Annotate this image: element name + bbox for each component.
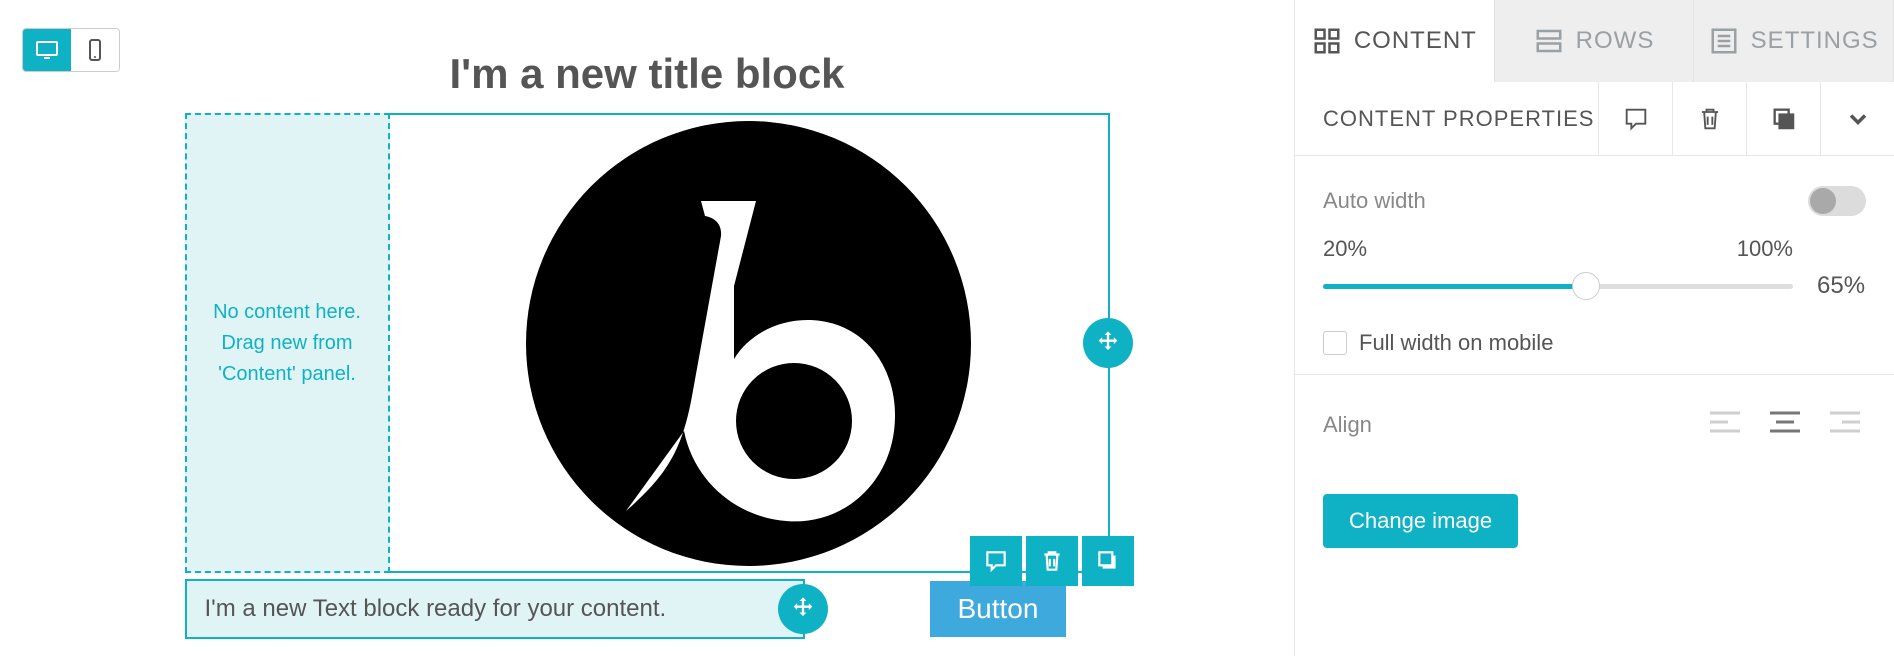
align-row: Align xyxy=(1323,405,1866,444)
slider-thumb[interactable] xyxy=(1572,272,1600,300)
logo-image xyxy=(526,121,971,566)
text-block-content: I'm a new Text block ready for your cont… xyxy=(205,595,667,622)
desktop-view-button[interactable] xyxy=(23,29,71,71)
mobile-view-button[interactable] xyxy=(71,29,119,71)
mobile-icon xyxy=(83,38,107,62)
width-slider-row: 20% 100% 65% xyxy=(1323,236,1866,300)
button-block-wrap: Button xyxy=(930,581,1067,637)
rows-icon xyxy=(1534,26,1564,56)
section-title: CONTENT PROPERTIES xyxy=(1295,106,1598,132)
auto-width-toggle[interactable] xyxy=(1808,186,1866,216)
align-center-icon xyxy=(1768,409,1802,435)
panel-tabs: CONTENT ROWS SETTINGS xyxy=(1295,0,1894,82)
text-row: I'm a new Text block ready for your cont… xyxy=(185,579,1110,639)
trash-icon xyxy=(1039,548,1065,574)
header-duplicate-button[interactable] xyxy=(1746,82,1820,155)
tab-settings[interactable]: SETTINGS xyxy=(1694,0,1894,82)
header-delete-button[interactable] xyxy=(1672,82,1746,155)
comment-button[interactable] xyxy=(970,536,1022,586)
slider-fill xyxy=(1323,284,1586,289)
section-header: CONTENT PROPERTIES xyxy=(1295,82,1894,156)
trash-icon xyxy=(1696,105,1724,133)
empty-content-dropzone[interactable]: No content here. Drag new from 'Content'… xyxy=(185,113,390,573)
full-width-mobile-row: Full width on mobile xyxy=(1323,330,1866,356)
delete-button[interactable] xyxy=(1026,536,1078,586)
slider-max-label: 100% xyxy=(1737,236,1793,262)
panel-body: Auto width 20% 100% 65% Full width on mo… xyxy=(1295,156,1894,578)
content-row[interactable]: No content here. Drag new from 'Content'… xyxy=(185,113,1110,573)
duplicate-button[interactable] xyxy=(1082,536,1134,586)
tab-content[interactable]: CONTENT xyxy=(1295,0,1495,82)
slider-range-labels: 20% 100% xyxy=(1323,236,1793,262)
move-block-handle[interactable] xyxy=(1083,318,1133,368)
tab-settings-label: SETTINGS xyxy=(1751,27,1879,55)
grid-icon xyxy=(1312,26,1342,56)
button-block[interactable]: Button xyxy=(930,581,1067,637)
move-text-handle[interactable] xyxy=(778,584,828,634)
move-icon xyxy=(1094,329,1122,357)
text-block[interactable]: I'm a new Text block ready for your cont… xyxy=(185,579,805,639)
align-left-icon xyxy=(1708,409,1742,435)
viewport-toggle xyxy=(22,28,120,72)
tab-rows[interactable]: ROWS xyxy=(1495,0,1695,82)
chevron-down-icon xyxy=(1844,105,1872,133)
canvas: I'm a new title block No content here. D… xyxy=(0,0,1294,656)
align-center-button[interactable] xyxy=(1764,405,1806,444)
logo-letter-b-icon xyxy=(526,121,971,566)
duplicate-icon xyxy=(1770,105,1798,133)
dropzone-text: No content here. Drag new from 'Content'… xyxy=(207,297,368,390)
change-image-button[interactable]: Change image xyxy=(1323,494,1518,548)
title-block[interactable]: I'm a new title block xyxy=(20,50,1274,98)
full-width-mobile-checkbox[interactable] xyxy=(1323,331,1347,355)
width-slider[interactable] xyxy=(1323,284,1793,289)
tab-rows-label: ROWS xyxy=(1576,27,1655,55)
align-right-icon xyxy=(1828,409,1862,435)
full-width-mobile-label: Full width on mobile xyxy=(1359,330,1553,356)
slider-value: 65% xyxy=(1817,272,1865,300)
tab-content-label: CONTENT xyxy=(1354,27,1477,55)
properties-panel: CONTENT ROWS SETTINGS CONTENT PROPERTIES… xyxy=(1294,0,1894,656)
header-collapse-button[interactable] xyxy=(1820,82,1894,155)
align-left-button[interactable] xyxy=(1704,405,1746,444)
duplicate-icon xyxy=(1095,548,1121,574)
desktop-icon xyxy=(35,38,59,62)
toggle-knob xyxy=(1810,188,1836,214)
image-block[interactable] xyxy=(390,113,1110,573)
move-icon xyxy=(789,595,817,623)
block-toolbar xyxy=(966,536,1134,586)
divider xyxy=(1295,374,1894,375)
settings-icon xyxy=(1709,26,1739,56)
comment-icon xyxy=(983,548,1009,574)
header-comment-button[interactable] xyxy=(1598,82,1672,155)
comment-icon xyxy=(1622,105,1650,133)
auto-width-label: Auto width xyxy=(1323,188,1808,214)
align-buttons xyxy=(1704,405,1866,444)
auto-width-row: Auto width xyxy=(1323,186,1866,216)
align-right-button[interactable] xyxy=(1824,405,1866,444)
slider-min-label: 20% xyxy=(1323,236,1367,262)
align-label: Align xyxy=(1323,412,1704,438)
